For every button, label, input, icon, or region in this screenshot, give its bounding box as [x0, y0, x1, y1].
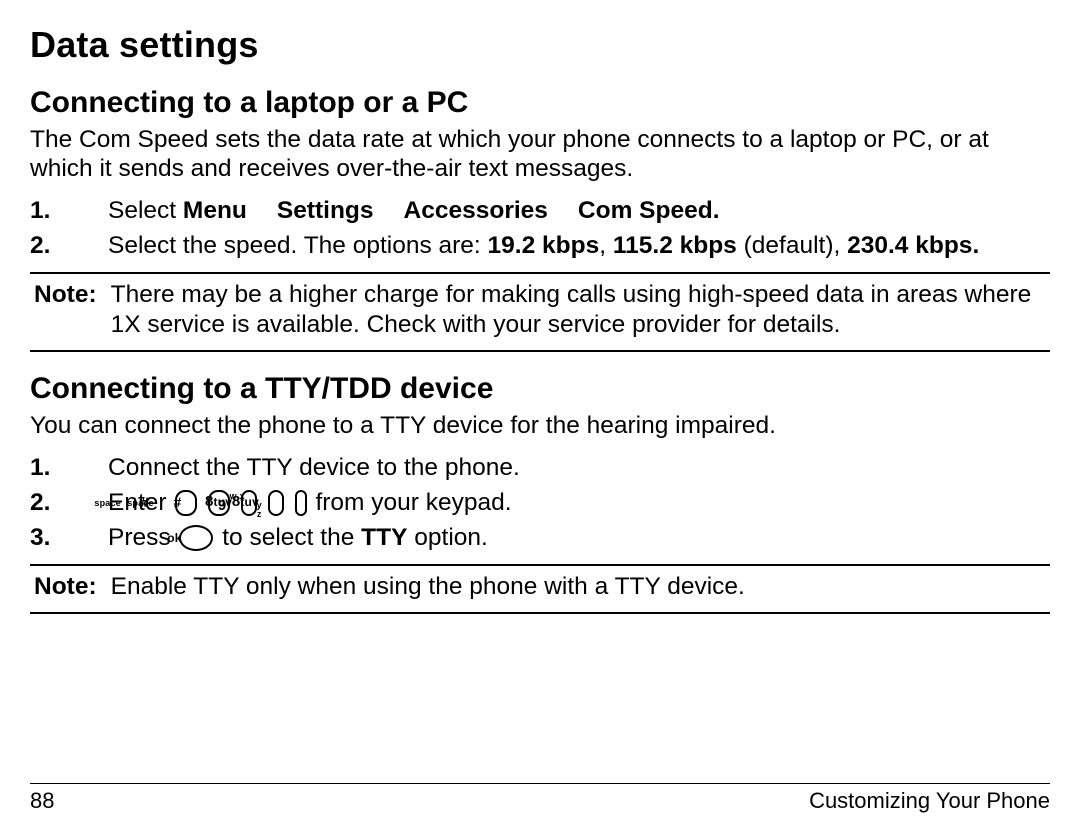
note-label: Note:	[34, 280, 97, 340]
footer-rule	[30, 783, 1050, 784]
note-text: There may be a higher charge for making …	[111, 280, 1050, 340]
step-pc-1: 1.Select MenuSettingsAccessoriesCom Spee…	[74, 194, 1050, 227]
divider	[30, 272, 1050, 274]
key-9wxyz-icon: w xy z9	[295, 490, 307, 516]
step-tty-1: 1.Connect the TTY device to the phone.	[74, 451, 1050, 484]
divider	[30, 612, 1050, 614]
note-pc: Note: There may be a higher charge for m…	[34, 280, 1050, 340]
note-text: Enable TTY only when using the phone wit…	[111, 572, 1050, 602]
key-ok-icon: ok	[179, 525, 213, 551]
note-label: Note:	[34, 572, 97, 602]
key-8tuv-icon: 8tuv	[268, 490, 284, 516]
step-tty-3: 3.Press ok to select the TTY option.	[74, 521, 1050, 554]
heading-pc: Connecting to a laptop or a PC	[30, 86, 1050, 120]
page-number: 88	[30, 788, 54, 814]
steps-pc: 1.Select MenuSettingsAccessoriesCom Spee…	[74, 194, 1050, 262]
intro-pc: The Com Speed sets the data rate at whic…	[30, 126, 1050, 184]
footer-section-name: Customizing Your Phone	[809, 788, 1050, 814]
note-tty: Note: Enable TTY only when using the pho…	[34, 572, 1050, 602]
manual-page: Data settings Connecting to a laptop or …	[0, 0, 1080, 834]
page-footer: 88 Customizing Your Phone	[30, 783, 1050, 814]
divider	[30, 564, 1050, 566]
steps-tty: 1.Connect the TTY device to the phone. 2…	[74, 451, 1050, 554]
page-title: Data settings	[30, 24, 1050, 66]
menu-path: MenuSettingsAccessoriesCom Speed	[183, 197, 713, 224]
divider	[30, 350, 1050, 352]
heading-tty: Connecting to a TTY/TDD device	[30, 372, 1050, 406]
step-tty-2: 2.Enter space# space# 8tuv 8tuv w xy z9 …	[74, 486, 1050, 519]
step-pc-2: 2.Select the speed. The options are: 19.…	[74, 229, 1050, 262]
intro-tty: You can connect the phone to a TTY devic…	[30, 412, 1050, 441]
